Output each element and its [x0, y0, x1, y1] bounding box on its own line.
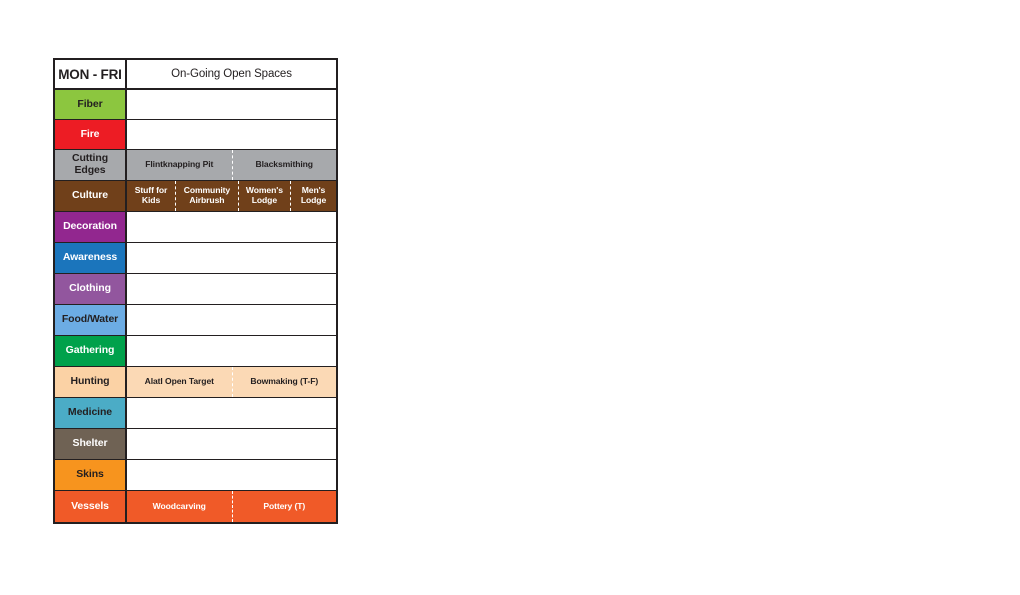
empty-slot — [127, 212, 336, 242]
table-row: Clothing — [55, 274, 336, 305]
table-row: Shelter — [55, 429, 336, 460]
activity-slot[interactable]: Woodcarving — [127, 491, 232, 522]
activity-slot[interactable]: Bowmaking (T-F) — [231, 367, 336, 397]
schedule-cell — [127, 429, 336, 459]
schedule-cell — [127, 120, 336, 149]
category-cell[interactable]: Shelter — [55, 429, 127, 459]
table-row: Fire — [55, 120, 336, 150]
empty-slot — [127, 90, 336, 119]
table-row: Fiber — [55, 90, 336, 120]
category-cell[interactable]: Decoration — [55, 212, 127, 242]
schedule-cell — [127, 243, 336, 273]
activity-slot[interactable]: Stuff for Kids — [127, 181, 176, 211]
activity-slot[interactable]: Flintknapping Pit — [127, 150, 232, 180]
schedule-cell: Woodcarving Pottery (T) — [127, 491, 336, 522]
activity-slot[interactable]: Pottery (T) — [231, 491, 336, 522]
table-body: Fiber Fire Cutting Edges Flintknapping Pit B… — [55, 90, 336, 522]
empty-slot — [127, 120, 336, 149]
schedule-cell — [127, 336, 336, 366]
schedule-cell: Alatl Open Target Bowmaking (T-F) — [127, 367, 336, 397]
table-row: Gathering — [55, 336, 336, 367]
table-row: Cutting Edges Flintknapping Pit Blacksmith… — [55, 150, 336, 181]
schedule-cell — [127, 460, 336, 490]
activity-slot[interactable]: Men's Lodge — [290, 181, 336, 211]
empty-slot — [127, 336, 336, 366]
empty-slot — [127, 460, 336, 490]
activity-slot[interactable]: Community Airbrush — [175, 181, 238, 211]
schedule-cell — [127, 212, 336, 242]
table-row: Hunting Alatl Open Target Bowmaking (T-F) — [55, 367, 336, 398]
activity-slot[interactable]: Blacksmithing — [231, 150, 336, 180]
category-cell[interactable]: Medicine — [55, 398, 127, 428]
category-cell[interactable]: Cutting Edges — [55, 150, 127, 180]
table-row: Culture Stuff for Kids Community Airbrush W… — [55, 181, 336, 212]
schedule-cell — [127, 90, 336, 119]
category-cell[interactable]: Food/Water — [55, 305, 127, 335]
category-cell[interactable]: Hunting — [55, 367, 127, 397]
table-header-row: MON - FRI On-Going Open Spaces — [55, 60, 336, 90]
schedule-cell: Flintknapping Pit Blacksmithing — [127, 150, 336, 180]
schedule-cell — [127, 274, 336, 304]
category-cell[interactable]: Fire — [55, 120, 127, 149]
table-row: Decoration — [55, 212, 336, 243]
table-row: Awareness — [55, 243, 336, 274]
weekly-schedule-table: MON - FRI On-Going Open Spaces Fiber Fire… — [53, 58, 338, 524]
table-row: Medicine — [55, 398, 336, 429]
empty-slot — [127, 274, 336, 304]
header-title-label: On-Going Open Spaces — [127, 60, 336, 88]
empty-slot — [127, 243, 336, 273]
empty-slot — [127, 429, 336, 459]
table-row: Skins — [55, 460, 336, 491]
category-cell[interactable]: Fiber — [55, 90, 127, 119]
header-days-label: MON - FRI — [55, 60, 127, 88]
schedule-cell — [127, 305, 336, 335]
schedule-cell — [127, 398, 336, 428]
category-cell[interactable]: Awareness — [55, 243, 127, 273]
category-cell[interactable]: Vessels — [55, 491, 127, 522]
table-row: Food/Water — [55, 305, 336, 336]
category-cell[interactable]: Clothing — [55, 274, 127, 304]
category-cell[interactable]: Culture — [55, 181, 127, 211]
activity-slot[interactable]: Alatl Open Target — [127, 367, 232, 397]
category-cell[interactable]: Gathering — [55, 336, 127, 366]
table-row: Vessels Woodcarving Pottery (T) — [55, 491, 336, 522]
empty-slot — [127, 398, 336, 428]
empty-slot — [127, 305, 336, 335]
category-cell[interactable]: Skins — [55, 460, 127, 490]
schedule-cell: Stuff for Kids Community Airbrush Women's … — [127, 181, 336, 211]
activity-slot[interactable]: Women's Lodge — [237, 181, 290, 211]
